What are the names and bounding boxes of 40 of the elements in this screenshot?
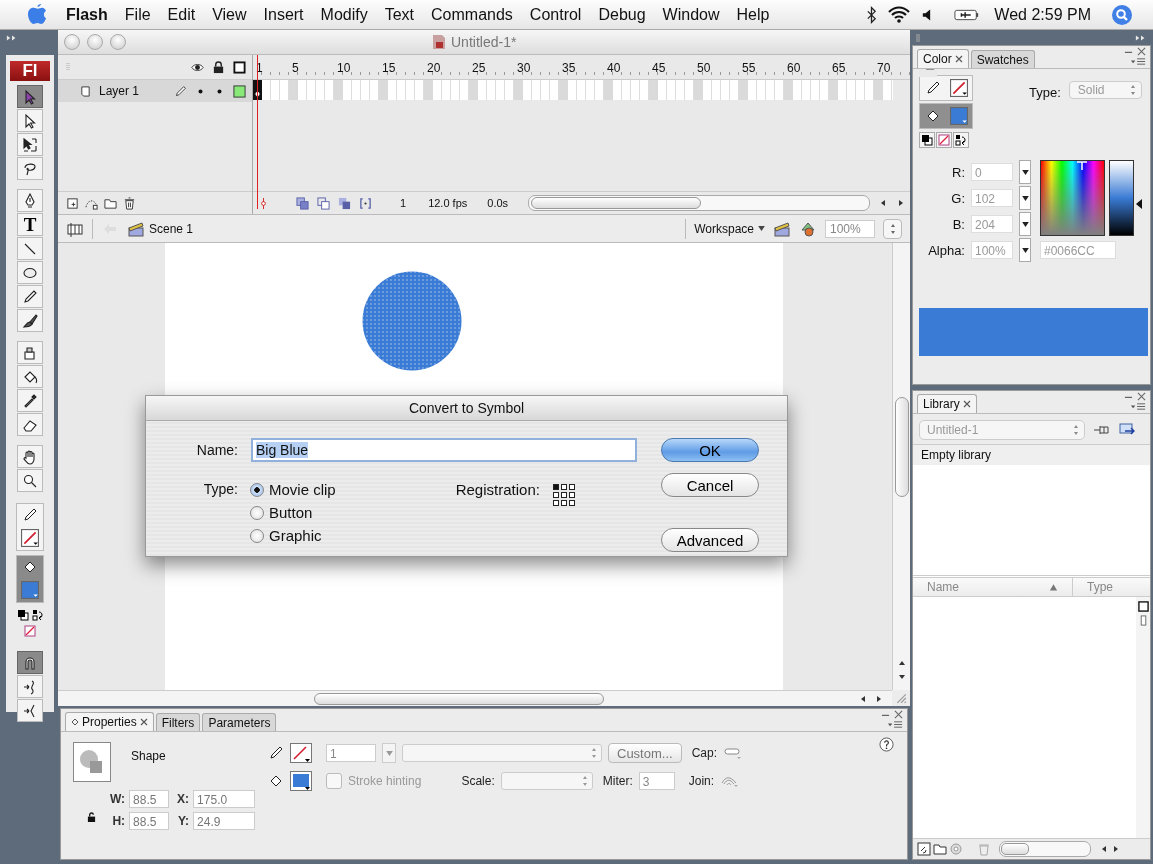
app-logo: Fl [10,61,50,81]
frame-rate: 12.0 fps [428,197,468,209]
field-label: H: [111,814,126,828]
field-label: Registration: [455,481,540,500]
frame-number: 20 [426,60,442,75]
elapsed-time: 0.0s [487,197,509,209]
field-label: Type: [202,481,238,499]
field-label: R: [951,164,965,180]
field-label: Y: [177,814,190,828]
frame-number: 5 [291,60,300,75]
selection-type: Shape [131,749,166,765]
frame-number: 70 [876,60,892,75]
field-label: G: [950,190,965,206]
frame-number: 25 [471,60,487,75]
frame-number: 60 [786,60,802,75]
window-title: Untitled-1* [451,34,517,50]
frame-number: 40 [606,60,622,75]
library-preview-label: Empty library [913,445,1150,465]
field-label: Scale: [461,774,495,788]
frame-number: 35 [561,60,577,75]
frame-number: 10 [336,60,352,75]
layer-name: Layer 1 [99,84,140,98]
dialog-title: Convert to Symbol [146,396,787,421]
frame-number: 15 [381,60,397,75]
frame-number: 55 [741,60,757,75]
field-label: Miter: [602,774,633,788]
frame-number: 30 [516,60,532,75]
current-frame: 1 [400,197,407,209]
field-label: Alpha: [927,242,965,258]
frame-number: 45 [651,60,667,75]
frame-number: 65 [831,60,847,75]
field-label: W: [110,792,126,806]
checkbox-label: Stroke hinting [348,774,422,788]
field-label: Join: [688,774,715,788]
field-label: Type: [1029,85,1061,100]
field-label: X: [177,792,190,806]
field-label: Cap: [691,746,717,760]
frame-number: 50 [696,60,712,75]
field-label: Name: [195,442,238,458]
field-label: B: [951,216,965,232]
